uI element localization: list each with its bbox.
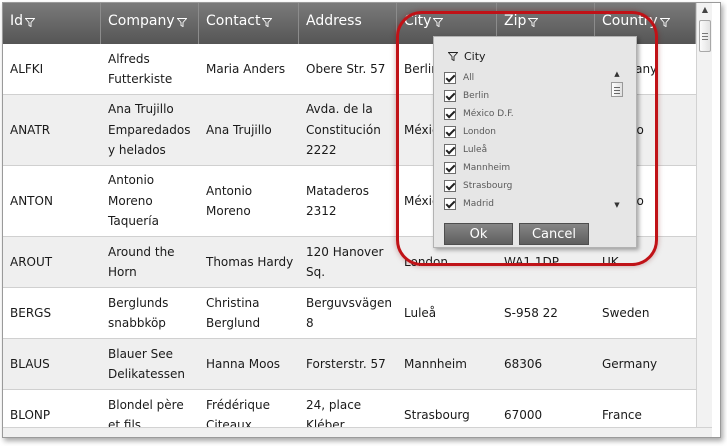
table-cell: Luleå	[404, 305, 437, 320]
checkbox[interactable]	[444, 198, 456, 210]
checkbox[interactable]	[444, 126, 456, 138]
table-row[interactable]: BERGS Berglunds snabbköp Christina Bergl…	[3, 288, 696, 339]
table-cell: Maria Anders	[206, 61, 286, 76]
table-cell: ANTON	[10, 193, 53, 208]
filter-popup-title: City	[447, 50, 486, 64]
scroll-up-arrow-icon[interactable]: ▲	[697, 3, 713, 17]
filter-icon[interactable]	[432, 15, 444, 31]
filter-icon	[447, 51, 459, 64]
filter-option[interactable]: Madrid	[444, 195, 626, 213]
table-cell: Mannheim	[404, 356, 467, 371]
table-cell: ANATR	[10, 122, 51, 137]
table-cell: BLAUS	[10, 356, 50, 371]
filter-options-list[interactable]: All Berlin México D.F. London Luleå Mann…	[444, 69, 626, 247]
ok-button[interactable]: Ok	[444, 223, 513, 245]
scroll-up-arrow-icon[interactable]: ▲	[610, 68, 624, 80]
table-cell: Berglunds snabbköp	[108, 295, 169, 331]
column-header-address[interactable]: Address	[299, 3, 397, 44]
table-cell: Ana Trujillo Emparedados y helados	[108, 102, 191, 158]
table-cell: Obere Str. 57	[306, 61, 386, 76]
table-cell: BERGS	[10, 305, 52, 320]
table-cell: Alfreds Futterkiste	[108, 51, 173, 87]
filter-option[interactable]: London	[444, 123, 626, 141]
checkbox[interactable]	[444, 72, 456, 84]
checkbox[interactable]	[444, 144, 456, 156]
filter-icon[interactable]	[527, 15, 539, 31]
vertical-scrollbar[interactable]: ▲ ▼	[696, 3, 713, 437]
filter-option[interactable]: Luleå	[444, 141, 626, 159]
table-row[interactable]: BLAUS Blauer See Delikatessen Hanna Moos…	[3, 339, 696, 390]
table-cell: Ana Trujillo	[206, 122, 272, 137]
table-cell: Thomas Hardy	[206, 254, 294, 269]
checkbox[interactable]	[444, 90, 456, 102]
scroll-down-arrow-icon[interactable]: ▼	[610, 199, 624, 211]
filter-option[interactable]: Strasbourg	[444, 177, 626, 195]
table-cell: AROUT	[10, 254, 53, 269]
filter-option[interactable]: All	[444, 69, 626, 87]
table-cell: Christina Berglund	[206, 295, 261, 331]
table-cell: Avda. de la Constitución 2222	[306, 102, 381, 158]
table-cell: Antonio Moreno Taquería	[108, 173, 159, 229]
table-cell: Germany	[602, 356, 658, 371]
table-cell: 68306	[504, 356, 543, 371]
checkbox[interactable]	[444, 162, 456, 174]
filter-list-scrollbar[interactable]: ▲ ▼	[610, 68, 624, 211]
cancel-button[interactable]: Cancel	[519, 223, 589, 245]
filter-icon[interactable]	[24, 15, 36, 31]
filter-option[interactable]: México D.F.	[444, 105, 626, 123]
city-filter-popup: City All Berlin México D.F. London Luleå…	[433, 36, 637, 248]
filter-option[interactable]: Mannheim	[444, 159, 626, 177]
filter-icon[interactable]	[261, 15, 273, 31]
checkbox[interactable]	[444, 108, 456, 120]
table-cell: ALFKI	[10, 61, 44, 76]
filter-icon[interactable]	[176, 15, 188, 31]
table-cell: Blauer See Delikatessen	[108, 346, 185, 382]
scrollbar-thumb[interactable]	[699, 20, 711, 52]
table-cell: Antonio Moreno	[206, 183, 253, 219]
scrollbar-thumb[interactable]	[611, 82, 623, 97]
filter-icon[interactable]	[659, 15, 671, 31]
table-cell: Sweden	[602, 305, 650, 320]
horizontal-scrollbar[interactable]	[3, 427, 712, 437]
filter-option[interactable]: Berlin	[444, 87, 626, 105]
column-header-contact[interactable]: Contact	[199, 3, 299, 44]
table-cell: Forsterstr. 57	[306, 356, 386, 371]
table-cell: Around the Horn	[108, 244, 175, 280]
table-cell: Mataderos 2312	[306, 183, 370, 219]
filter-popup-buttons: Ok Cancel	[444, 223, 628, 245]
grid-frame: Id Company Contact Address City Zip Coun…	[2, 2, 721, 438]
column-header-id[interactable]: Id	[3, 3, 101, 44]
table-cell: S-958 22	[504, 305, 558, 320]
table-cell: Berguvsvägen 8	[306, 295, 392, 331]
table-cell: 120 Hanover Sq.	[306, 244, 384, 280]
checkbox[interactable]	[444, 180, 456, 192]
column-header-company[interactable]: Company	[101, 3, 199, 44]
table-cell: Hanna Moos	[206, 356, 281, 371]
